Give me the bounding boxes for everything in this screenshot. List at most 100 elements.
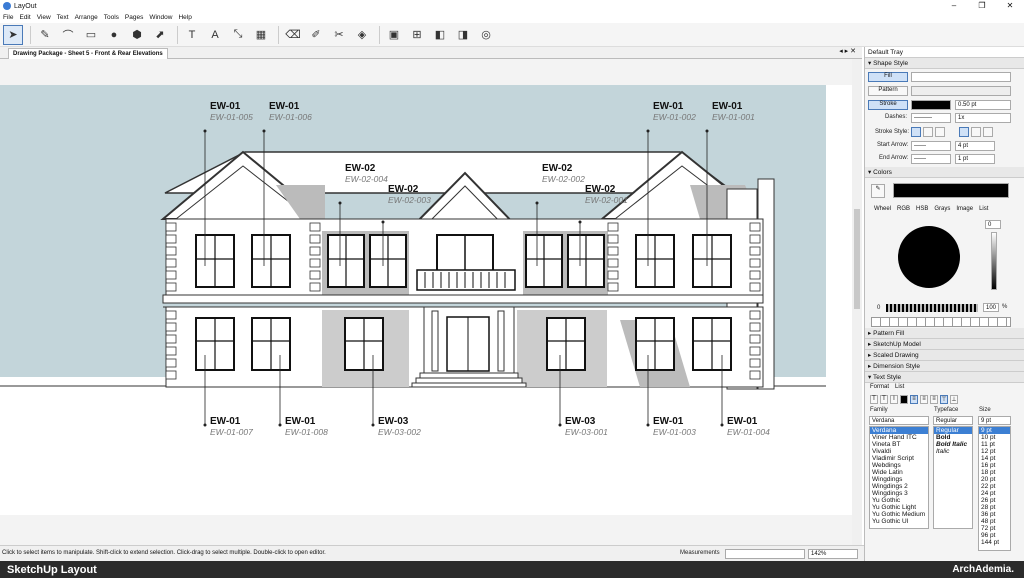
rectangle-tool-icon[interactable]: ▭	[81, 25, 101, 45]
family-input[interactable]: Verdana	[869, 416, 929, 425]
section-dimension-style[interactable]: ▸ Dimension Style	[865, 361, 1024, 372]
color-tab-grays[interactable]: Grays	[934, 206, 950, 212]
callout-bottom-4[interactable]: EW-03 EW-03-001	[565, 416, 608, 437]
family-option[interactable]: Verdana	[870, 427, 928, 434]
arc-tool-icon[interactable]: ⌒	[58, 25, 78, 45]
typeface-list[interactable]: Regular Bold Bold Italic Italic	[933, 426, 973, 529]
family-option[interactable]: Yu Gothic Medium	[870, 511, 928, 518]
align-left-icon[interactable]: ≡	[910, 395, 918, 404]
text-italic-icon[interactable]: I	[890, 395, 898, 404]
size-option[interactable]: 72 pt	[979, 525, 1010, 532]
callout-top-5[interactable]: EW-02 EW-02-002	[542, 163, 585, 184]
menu-arrange[interactable]: Arrange	[72, 14, 101, 21]
section-shape-style[interactable]: ▾ Shape Style	[865, 58, 1024, 69]
drawing-canvas[interactable]: EW-01 EW-01-005 EW-01 EW-01-006 EW-02 EW-02…	[0, 59, 852, 545]
typeface-option[interactable]: Bold Italic	[934, 441, 972, 448]
section-sketchup-model[interactable]: ▸ SketchUp Model	[865, 339, 1024, 350]
family-option[interactable]: Vladimir Script	[870, 455, 928, 462]
color-swatch-row[interactable]	[871, 317, 1011, 327]
eyedropper-icon[interactable]: ✎	[871, 184, 885, 198]
size-option[interactable]: 16 pt	[979, 462, 1010, 469]
start-arrow-size[interactable]: 4 pt	[955, 141, 995, 151]
text-tab-format[interactable]: Format	[870, 384, 889, 390]
size-option[interactable]: 26 pt	[979, 497, 1010, 504]
size-option[interactable]: 144 pt	[979, 539, 1010, 546]
menu-text[interactable]: Text	[54, 14, 72, 21]
join-tool-icon[interactable]: ◈	[352, 25, 372, 45]
family-option[interactable]: Wingdings 2	[870, 483, 928, 490]
add-page-icon[interactable]: ⊞	[407, 25, 427, 45]
brightness-slider[interactable]	[991, 232, 997, 290]
vertical-scroll-thumb[interactable]	[854, 209, 860, 309]
size-option[interactable]: 96 pt	[979, 532, 1010, 539]
join-miter-icon[interactable]	[959, 127, 969, 137]
vertical-scrollbar[interactable]	[852, 59, 862, 545]
line-tool-icon[interactable]: ✎	[35, 25, 55, 45]
previous-page-icon[interactable]: ◧	[430, 25, 450, 45]
size-option[interactable]: 36 pt	[979, 511, 1010, 518]
size-option[interactable]: 14 pt	[979, 455, 1010, 462]
callout-top-1[interactable]: EW-01 EW-01-005	[210, 101, 253, 122]
menu-edit[interactable]: Edit	[16, 14, 33, 21]
size-option[interactable]: 28 pt	[979, 504, 1010, 511]
menu-help[interactable]: Help	[175, 14, 194, 21]
align-right-icon[interactable]: ≡	[930, 395, 938, 404]
family-option[interactable]: Webdings	[870, 462, 928, 469]
stroke-color-swatch[interactable]	[911, 100, 951, 110]
callout-bottom-3[interactable]: EW-03 EW-03-002	[378, 416, 421, 437]
fill-toggle[interactable]: Fill	[868, 72, 908, 82]
cap-flat-icon[interactable]	[911, 127, 921, 137]
size-option[interactable]: 9 pt	[979, 427, 1010, 434]
table-tool-icon[interactable]: ▦	[251, 25, 271, 45]
anchor-middle-icon[interactable]: ⊥	[950, 395, 958, 404]
section-text-style[interactable]: ▾ Text Style	[865, 372, 1024, 383]
size-option[interactable]: 20 pt	[979, 476, 1010, 483]
text-color-icon[interactable]	[900, 395, 908, 404]
size-option[interactable]: 11 pt	[979, 441, 1010, 448]
document-tab[interactable]: Drawing Package - Sheet 5 - Front & Rear…	[8, 48, 168, 59]
family-option[interactable]: Wide Latin	[870, 469, 928, 476]
dashes-scale-select[interactable]: 1x	[955, 113, 1011, 123]
end-arrow-size[interactable]: 1 pt	[955, 154, 995, 164]
select-tool-icon[interactable]: ➤	[3, 24, 23, 45]
document-tab-controls[interactable]: ◂ ▸ ✕	[839, 47, 856, 55]
fill-swatch[interactable]	[911, 72, 1011, 82]
callout-top-2[interactable]: EW-01 EW-01-006	[269, 101, 312, 122]
family-option[interactable]: Yu Gothic UI	[870, 518, 928, 525]
callout-top-7[interactable]: EW-01 EW-01-002	[653, 101, 696, 122]
style-tool-icon[interactable]: ✐	[306, 25, 326, 45]
section-scaled-drawing[interactable]: ▸ Scaled Drawing	[865, 350, 1024, 361]
stroke-toggle[interactable]: Stroke	[868, 100, 908, 110]
menu-file[interactable]: File	[0, 14, 16, 21]
label-tool-icon[interactable]: A	[205, 25, 225, 45]
size-list[interactable]: 9 pt 10 pt 11 pt 12 pt 14 pt 16 pt 18 pt…	[978, 426, 1011, 551]
callout-top-4[interactable]: EW-02 EW-02-003	[388, 184, 431, 205]
opacity-input[interactable]: 100	[983, 303, 999, 312]
size-option[interactable]: 10 pt	[979, 434, 1010, 441]
size-option[interactable]: 12 pt	[979, 448, 1010, 455]
size-input[interactable]: 9 pt	[978, 416, 1011, 425]
dimension-tool-icon[interactable]: ⤡	[228, 25, 248, 45]
size-option[interactable]: 24 pt	[979, 490, 1010, 497]
join-round-icon[interactable]	[971, 127, 981, 137]
family-list[interactable]: Verdana Viner Hand ITC Vineta BT Vivaldi…	[869, 426, 929, 529]
dashes-select[interactable]: ———	[911, 113, 951, 123]
cap-square-icon[interactable]	[935, 127, 945, 137]
scrapbook-icon[interactable]: ◎	[476, 25, 496, 45]
color-tab-hsb[interactable]: HSB	[916, 206, 928, 212]
size-option[interactable]: 48 pt	[979, 518, 1010, 525]
callout-top-8[interactable]: EW-01 EW-01-001	[712, 101, 755, 122]
zoom-select[interactable]: 142%	[808, 549, 858, 559]
presentation-icon[interactable]: ▣	[384, 25, 404, 45]
callout-bottom-1[interactable]: EW-01 EW-01-007	[210, 416, 253, 437]
measurements-input[interactable]	[725, 549, 805, 559]
pattern-toggle[interactable]: Pattern	[868, 86, 908, 96]
minimize-button[interactable]: –	[940, 0, 968, 12]
color-tab-list[interactable]: List	[979, 206, 988, 212]
family-option[interactable]: Viner Hand ITC	[870, 434, 928, 441]
pattern-swatch[interactable]	[911, 86, 1011, 96]
eraser-tool-icon[interactable]: ⌫	[283, 25, 303, 45]
family-option[interactable]: Wingdings	[870, 476, 928, 483]
end-arrow-select[interactable]: ——	[911, 154, 951, 164]
offset-tool-icon[interactable]: ⬈	[150, 25, 170, 45]
